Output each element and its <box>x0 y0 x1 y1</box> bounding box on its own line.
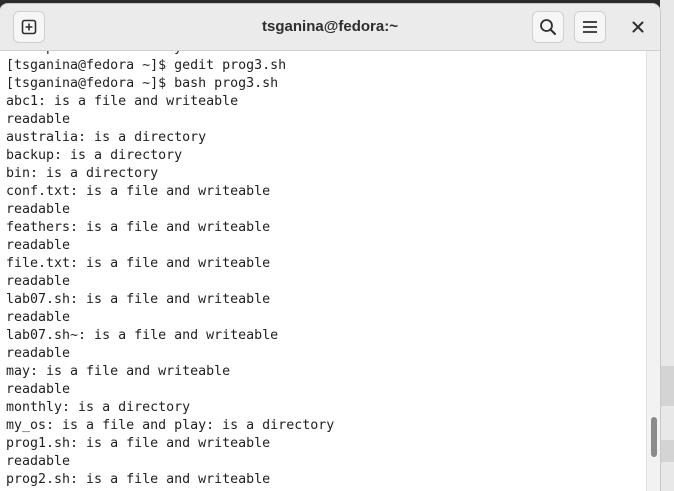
terminal-line: conf.txt: is a file and writeable <box>6 184 271 199</box>
terminal-line: bin: is a directory <box>6 166 159 181</box>
header-bar: tsganina@fedora:~ <box>0 4 660 51</box>
terminal-line: readable <box>6 346 71 361</box>
terminal-line: readable <box>6 310 71 325</box>
close-icon <box>632 21 644 33</box>
terminal-line: [tsganina@fedora ~]$ bash prog3.sh <box>6 76 279 91</box>
terminal-lines: backup: is a directory [tsganina@fedora ~… <box>6 51 334 489</box>
terminal-line: australia: is a directory <box>6 130 207 145</box>
window-title: tsganina@fedora:~ <box>262 18 398 35</box>
terminal-line: prog1.sh: is a file and writeable <box>6 436 271 451</box>
terminal-line: my_os: is a file and play: is a director… <box>6 418 335 433</box>
terminal-line: readable <box>6 112 71 127</box>
terminal-line: readable <box>6 382 71 397</box>
terminal-line: lab07.sh: is a file and writeable <box>6 292 271 307</box>
terminal-line: readable <box>6 274 71 289</box>
new-tab-button[interactable] <box>13 11 45 43</box>
terminal-line: prog2.sh: is a file and writeable <box>6 472 271 487</box>
terminal-line: file.txt: is a file and writeable <box>6 256 271 271</box>
terminal-line: readable <box>6 202 71 217</box>
vertical-scrollbar[interactable] <box>646 51 660 491</box>
terminal-line: backup: is a directory <box>6 148 183 163</box>
terminal-line: feathers: is a file and writeable <box>6 220 271 235</box>
new-tab-icon <box>21 19 37 35</box>
terminal-line: monthly: is a directory <box>6 400 191 415</box>
terminal-line: may: is a file and writeable <box>6 364 231 379</box>
scrollbar-thumb[interactable] <box>651 417 657 457</box>
menu-button[interactable] <box>574 11 606 43</box>
search-button[interactable] <box>532 11 564 43</box>
close-button[interactable] <box>622 11 654 43</box>
search-icon <box>539 18 557 36</box>
hamburger-menu-icon <box>582 20 598 34</box>
terminal-line: readable <box>6 454 71 469</box>
terminal-line: lab07.sh~: is a file and writeable <box>6 328 279 343</box>
terminal-line: abc1: is a file and writeable <box>6 94 239 109</box>
terminal-line: readable <box>6 238 71 253</box>
background-window-edge <box>660 0 674 491</box>
terminal-window: tsganina@fedora:~ [tsganina@fedora ~]$ g… <box>0 4 660 491</box>
terminal-output[interactable]: backup: is a directory [tsganina@fedora ~… <box>0 51 646 491</box>
terminal-line: [tsganina@fedora ~]$ gedit prog3.sh <box>6 58 287 73</box>
